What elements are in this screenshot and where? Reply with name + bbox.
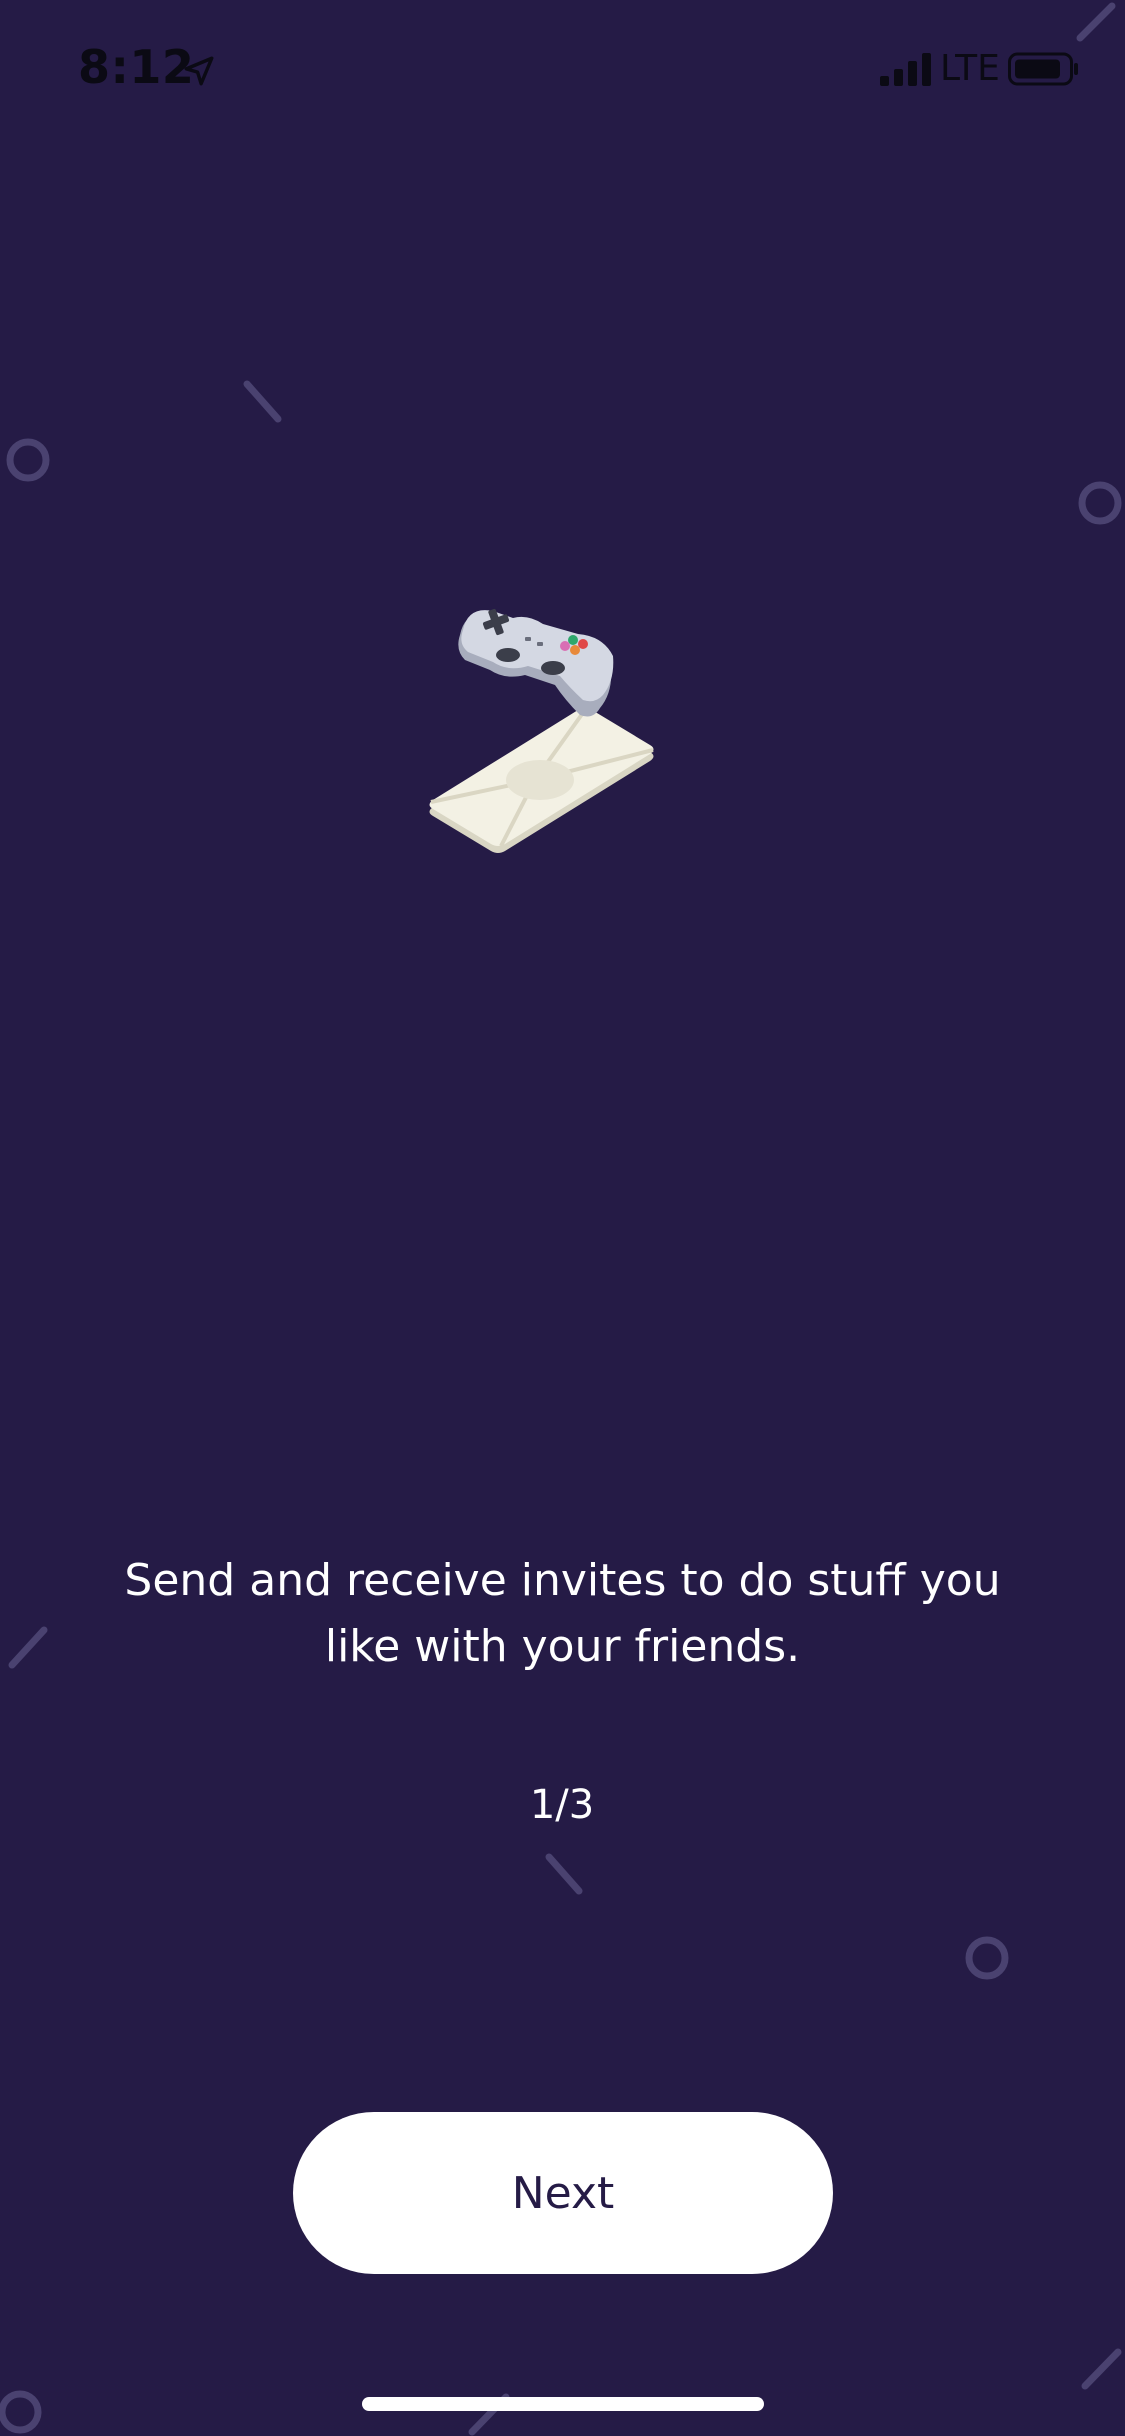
home-indicator[interactable] [362,2397,764,2411]
gamepad-envelope-illustration [429,608,654,853]
envelope-icon [429,708,654,853]
gamepad-icon [458,608,614,717]
page-indicator: 1/3 [529,1782,595,1828]
next-button[interactable]: Next [293,2112,833,2274]
onboarding-screen: 8:12 LTE Send and receive invites to do … [0,0,1125,2436]
decorative-shapes [0,2,1122,2436]
onboarding-message: Send and receive invites to do stuff you… [124,1555,1001,1672]
